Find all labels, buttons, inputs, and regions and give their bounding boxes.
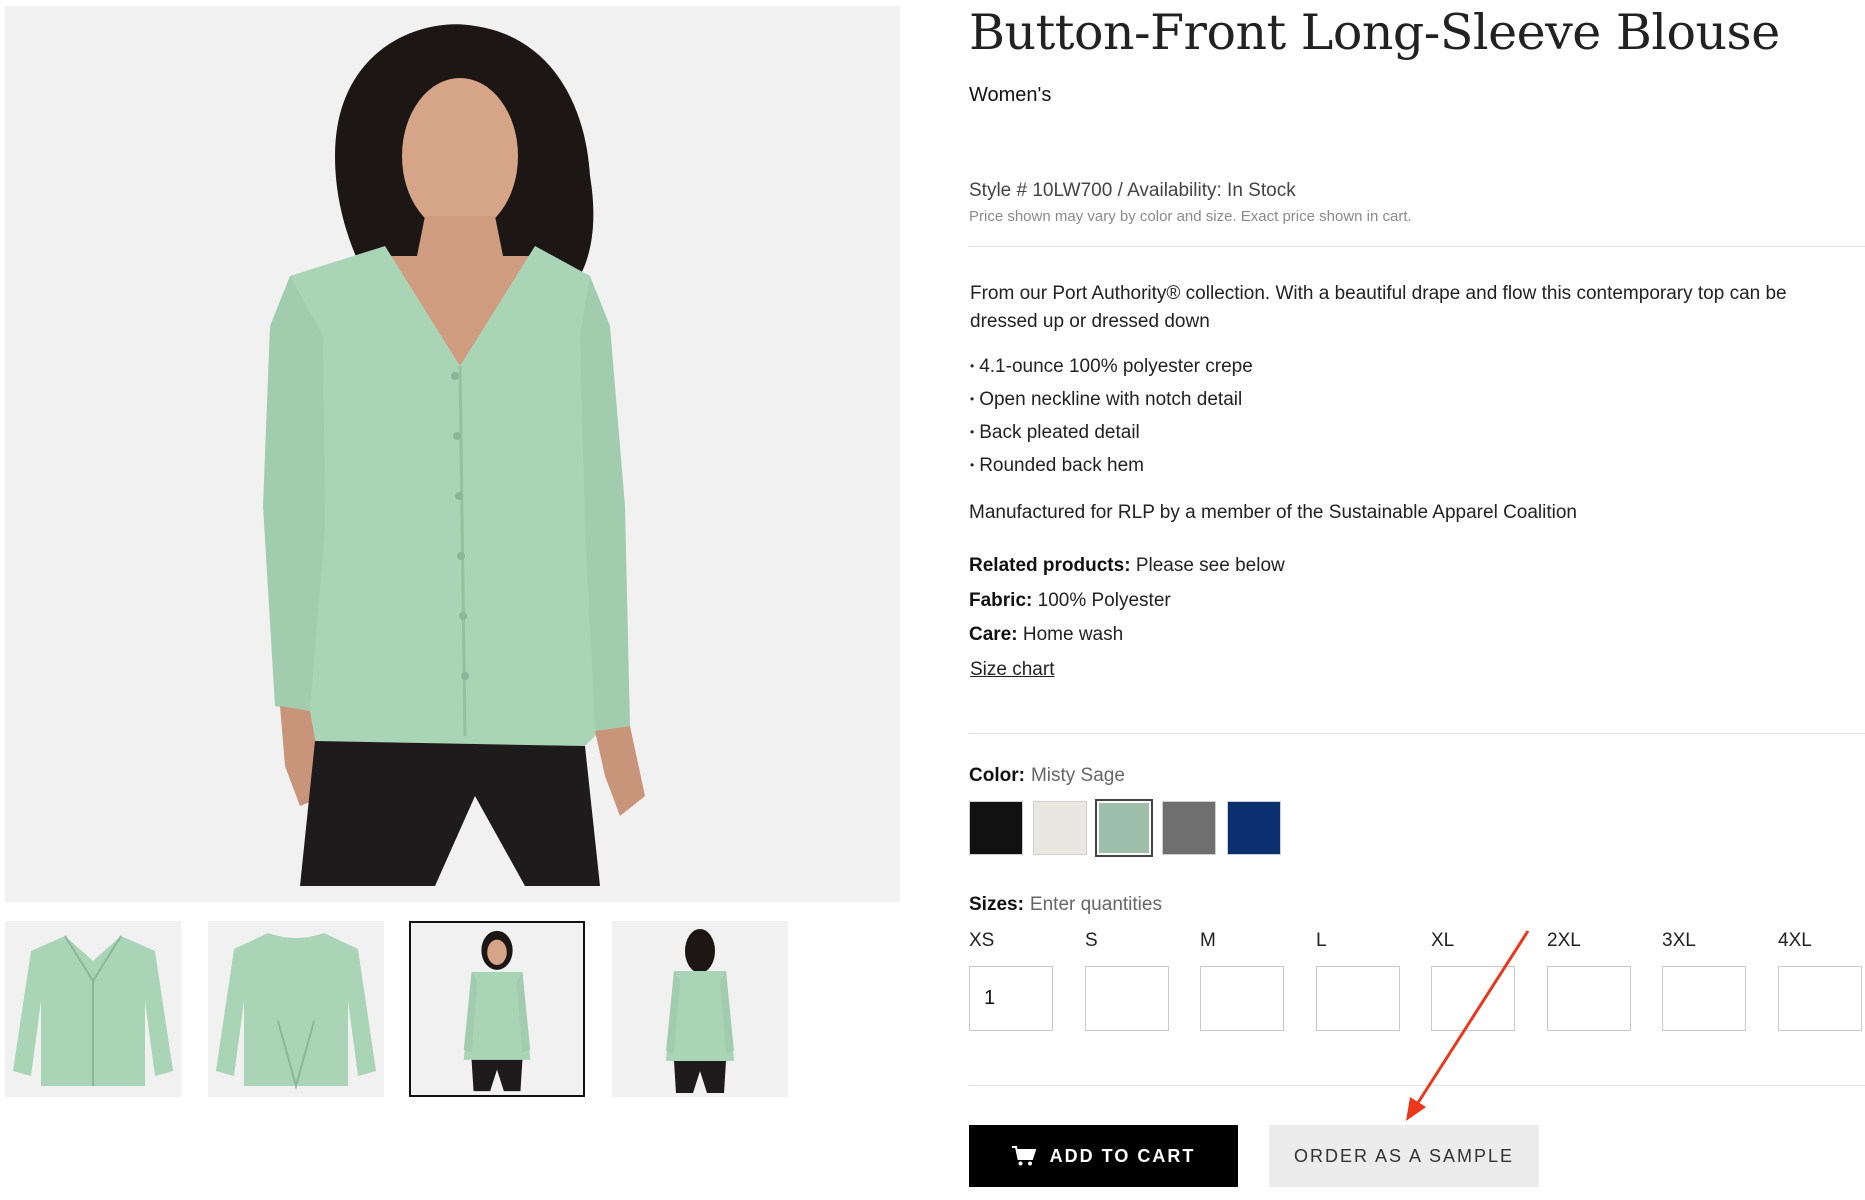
feature-list: 4.1-ounce 100% polyester crepe Open neck… — [970, 350, 1253, 482]
product-description: From our Port Authority® collection. Wit… — [970, 283, 1787, 332]
feature-item: Open neckline with notch detail — [970, 383, 1253, 416]
related-products: Related products: Please see below — [969, 555, 1285, 577]
size-label: XL — [1431, 930, 1455, 951]
divider — [969, 246, 1865, 247]
quantity-input-l[interactable] — [1316, 966, 1400, 1031]
fabric-label: Fabric: — [969, 590, 1033, 611]
size-l: L — [1316, 930, 1400, 1031]
color-swatch-ivory[interactable] — [1033, 801, 1087, 855]
quantity-input-s[interactable] — [1085, 966, 1169, 1031]
quantity-input-m[interactable] — [1200, 966, 1284, 1031]
selected-color-name: Misty Sage — [1030, 765, 1125, 786]
sizes-label-text: Sizes: — [969, 894, 1024, 915]
related-label: Related products: — [969, 555, 1131, 576]
thumbnail-back-flat[interactable] — [208, 921, 384, 1097]
quantity-input-xs[interactable] — [969, 966, 1053, 1031]
color-swatch-navy[interactable] — [1227, 801, 1281, 855]
divider — [969, 1085, 1865, 1086]
add-to-cart-label: ADD TO CART — [1049, 1145, 1196, 1166]
sizes-label: Sizes: Enter quantities — [969, 894, 1162, 916]
quantity-input-4xl[interactable] — [1778, 966, 1862, 1031]
quantity-input-xl[interactable] — [1431, 966, 1515, 1031]
color-label-text: Color: — [969, 765, 1025, 786]
price-note: Price shown may vary by color and size. … — [969, 208, 1412, 225]
size-chart-link[interactable]: Size chart — [970, 659, 1054, 681]
size-3xl: 3XL — [1662, 930, 1746, 1031]
manufacturing-note: Manufactured for RLP by a member of the … — [969, 502, 1577, 523]
style-availability: Style # 10LW700 / Availability: In Stock — [969, 180, 1296, 201]
order-sample-label: ORDER AS A SAMPLE — [1293, 1145, 1515, 1166]
fabric-value: 100% Polyester — [1037, 590, 1171, 611]
size-label: 4XL — [1778, 930, 1812, 951]
size-label: XS — [969, 930, 995, 951]
product-title: Button-Front Long-Sleeve Blouse — [969, 4, 1780, 61]
cart-icon — [1011, 1146, 1036, 1166]
feature-item: Rounded back hem — [970, 449, 1253, 482]
size-4xl: 4XL — [1778, 930, 1862, 1031]
thumbnail-front-flat[interactable] — [5, 921, 181, 1097]
size-xl: XL — [1431, 930, 1515, 1031]
size-label: 2XL — [1547, 930, 1581, 951]
color-swatch-misty-sage[interactable] — [1095, 799, 1153, 857]
color-swatch-black[interactable] — [969, 801, 1023, 855]
care-spec: Care: Home wash — [969, 624, 1123, 646]
color-swatch-grey[interactable] — [1162, 801, 1216, 855]
size-label: M — [1200, 930, 1216, 951]
thumbnail-model-front[interactable] — [409, 921, 585, 1097]
main-product-image — [5, 6, 900, 902]
quantity-input-3xl[interactable] — [1662, 966, 1746, 1031]
quantity-input-2xl[interactable] — [1547, 966, 1631, 1031]
size-label: L — [1316, 930, 1327, 951]
product-gender: Women's — [969, 84, 1052, 106]
add-to-cart-button[interactable]: ADD TO CART — [969, 1125, 1238, 1187]
care-label: Care: — [969, 624, 1018, 645]
feature-item: 4.1-ounce 100% polyester crepe — [970, 350, 1253, 383]
size-m: M — [1200, 930, 1284, 1031]
thumbnail-model-back[interactable] — [612, 921, 788, 1097]
color-label: Color: Misty Sage — [969, 765, 1125, 787]
related-value: Please see below — [1135, 555, 1285, 576]
fabric-spec: Fabric: 100% Polyester — [969, 590, 1171, 612]
divider — [969, 733, 1865, 734]
care-value: Home wash — [1022, 624, 1124, 645]
size-2xl: 2XL — [1547, 930, 1631, 1031]
size-label: 3XL — [1662, 930, 1696, 951]
sizes-hint: Enter quantities — [1029, 894, 1162, 915]
size-xs: XS — [969, 930, 1053, 1031]
order-sample-button[interactable]: ORDER AS A SAMPLE — [1269, 1125, 1539, 1187]
size-label: S — [1085, 930, 1098, 951]
feature-item: Back pleated detail — [970, 416, 1253, 449]
size-s: S — [1085, 930, 1169, 1031]
